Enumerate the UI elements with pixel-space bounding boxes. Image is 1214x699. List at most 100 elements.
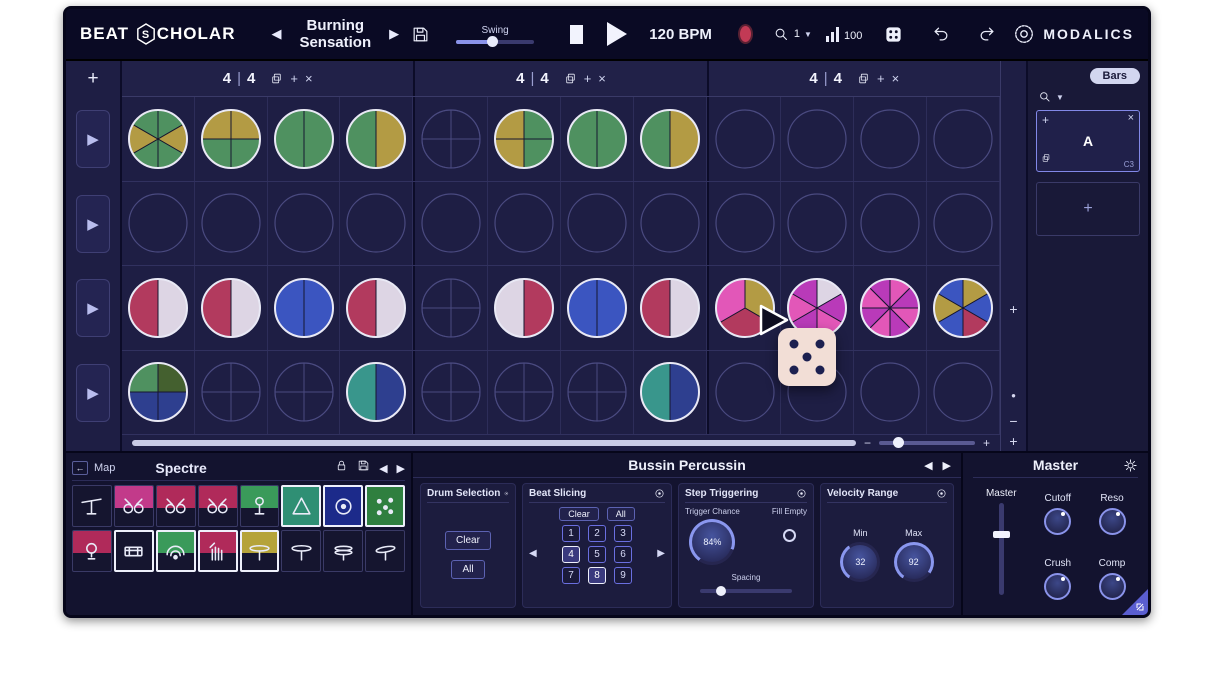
beat-cell[interactable]: [340, 351, 413, 435]
slice-count-6[interactable]: 6: [614, 546, 632, 563]
kit-lock-icon[interactable]: [335, 459, 348, 477]
hzoom-out-button[interactable]: −: [864, 437, 871, 449]
bars-dropdown-icon[interactable]: ▼: [1056, 93, 1064, 102]
prev-pattern-button[interactable]: ◀: [265, 26, 287, 42]
row-play-button-4[interactable]: ▶: [76, 364, 110, 422]
slice-clear-button[interactable]: Clear: [559, 507, 599, 521]
slice-count-4[interactable]: 4: [562, 546, 580, 563]
fill-empty-toggle[interactable]: [783, 529, 796, 542]
drum-pad[interactable]: [72, 485, 112, 527]
kit-name[interactable]: Spectre: [155, 460, 206, 476]
pattern-name[interactable]: Burning Sensation: [287, 17, 383, 51]
beat-cell[interactable]: [413, 182, 488, 266]
swing-control[interactable]: Swing: [456, 25, 534, 44]
beat-cell[interactable]: [413, 266, 488, 350]
master-volume-slider[interactable]: [999, 503, 1004, 595]
slice-count-5[interactable]: 5: [588, 546, 606, 563]
delete-measure-icon[interactable]: ×: [892, 71, 900, 86]
beat-cell[interactable]: [561, 266, 634, 350]
bars-magnifier-icon[interactable]: [1038, 90, 1052, 104]
slot-close-icon[interactable]: ×: [1128, 112, 1134, 124]
play-button[interactable]: [607, 22, 627, 46]
duplicate-measure-icon[interactable]: [857, 72, 870, 85]
redo-icon[interactable]: [977, 24, 997, 44]
time-sig-numerator[interactable]: 4: [516, 70, 524, 87]
time-sig-denominator[interactable]: 4: [540, 70, 548, 87]
add-measure-icon[interactable]: +: [290, 71, 298, 86]
spacing-slider-thumb[interactable]: [716, 586, 726, 596]
slice-count-9[interactable]: 9: [614, 567, 632, 584]
trigger-chance-knob[interactable]: 84%: [689, 519, 735, 565]
duplicate-measure-icon[interactable]: [270, 72, 283, 85]
slot-duplicate-icon[interactable]: [1041, 150, 1051, 168]
slice-count-2[interactable]: 2: [588, 525, 606, 542]
beat-cell[interactable]: [122, 351, 195, 435]
drum-pad[interactable]: [114, 485, 154, 527]
cutoff-knob[interactable]: [1044, 508, 1071, 535]
meter-value[interactable]: 100: [844, 30, 862, 42]
row-play-button-1[interactable]: ▶: [76, 110, 110, 168]
hzoom-slider[interactable]: [879, 441, 975, 445]
beat-cell[interactable]: [927, 97, 1000, 181]
beat-cell[interactable]: [561, 351, 634, 435]
drum-pad[interactable]: [323, 530, 363, 572]
velocity-range-target-icon[interactable]: [936, 488, 947, 499]
quantize-dropdown-icon[interactable]: ▼: [804, 30, 812, 39]
hzoom-in-button[interactable]: +: [983, 437, 990, 449]
vzoom-out-button[interactable]: −: [1009, 413, 1017, 429]
drum-pad[interactable]: [198, 485, 238, 527]
master-volume-thumb[interactable]: [993, 531, 1010, 538]
beat-cell[interactable]: [488, 182, 561, 266]
swing-slider[interactable]: [456, 40, 534, 44]
slice-prev-icon[interactable]: ◀: [529, 548, 537, 559]
quantize-value[interactable]: 1: [794, 28, 800, 40]
beat-cell[interactable]: [707, 97, 782, 181]
add-measure-icon[interactable]: +: [877, 71, 885, 86]
row-play-button-2[interactable]: ▶: [76, 195, 110, 253]
slice-next-icon[interactable]: ▶: [657, 548, 665, 559]
beat-cell[interactable]: [413, 97, 488, 181]
map-back-icon[interactable]: ←: [72, 461, 88, 475]
slice-count-3[interactable]: 3: [614, 525, 632, 542]
beat-cell[interactable]: [561, 97, 634, 181]
beat-cell[interactable]: [122, 182, 195, 266]
delete-measure-icon[interactable]: ×: [305, 71, 313, 86]
map-label[interactable]: Map: [94, 462, 115, 474]
hzoom-slider-thumb[interactable]: [893, 437, 904, 448]
grid-scrollbar[interactable]: [132, 440, 856, 446]
drum-all-button[interactable]: All: [451, 560, 484, 579]
drum-pad[interactable]: [240, 485, 280, 527]
beat-cell[interactable]: [488, 97, 561, 181]
slice-count-7[interactable]: 7: [562, 567, 580, 584]
drum-pad[interactable]: [198, 530, 238, 572]
duplicate-measure-icon[interactable]: [564, 72, 577, 85]
beat-cell[interactable]: [340, 266, 413, 350]
drum-pad[interactable]: [365, 530, 405, 572]
beat-cell[interactable]: [122, 266, 195, 350]
beat-slicing-target-icon[interactable]: [654, 488, 665, 499]
vzoom-in-button[interactable]: +: [1009, 433, 1017, 449]
beat-cell[interactable]: [195, 182, 268, 266]
delete-measure-icon[interactable]: ×: [598, 71, 606, 86]
time-sig-numerator[interactable]: 4: [809, 70, 817, 87]
time-sig-denominator[interactable]: 4: [247, 70, 255, 87]
drum-pad[interactable]: [114, 530, 154, 572]
beat-cell[interactable]: [268, 97, 341, 181]
undo-icon[interactable]: [931, 24, 951, 44]
beat-cell[interactable]: [854, 97, 927, 181]
record-button[interactable]: [738, 24, 753, 44]
stop-button[interactable]: [570, 25, 583, 44]
velocity-min-knob[interactable]: 32: [840, 542, 880, 582]
beat-cell[interactable]: [268, 266, 341, 350]
row-play-button-3[interactable]: ▶: [76, 279, 110, 337]
beat-cell[interactable]: [634, 97, 707, 181]
beat-cell[interactable]: [195, 351, 268, 435]
velocity-max-knob[interactable]: 92: [894, 542, 934, 582]
next-pattern-button[interactable]: ▶: [383, 26, 405, 42]
beat-cell[interactable]: [488, 351, 561, 435]
beat-cell[interactable]: [488, 266, 561, 350]
drum-pad[interactable]: [72, 530, 112, 572]
drum-clear-button[interactable]: Clear: [445, 531, 491, 550]
randomize-dice-icon[interactable]: [884, 25, 903, 44]
slice-count-8[interactable]: 8: [588, 567, 606, 584]
